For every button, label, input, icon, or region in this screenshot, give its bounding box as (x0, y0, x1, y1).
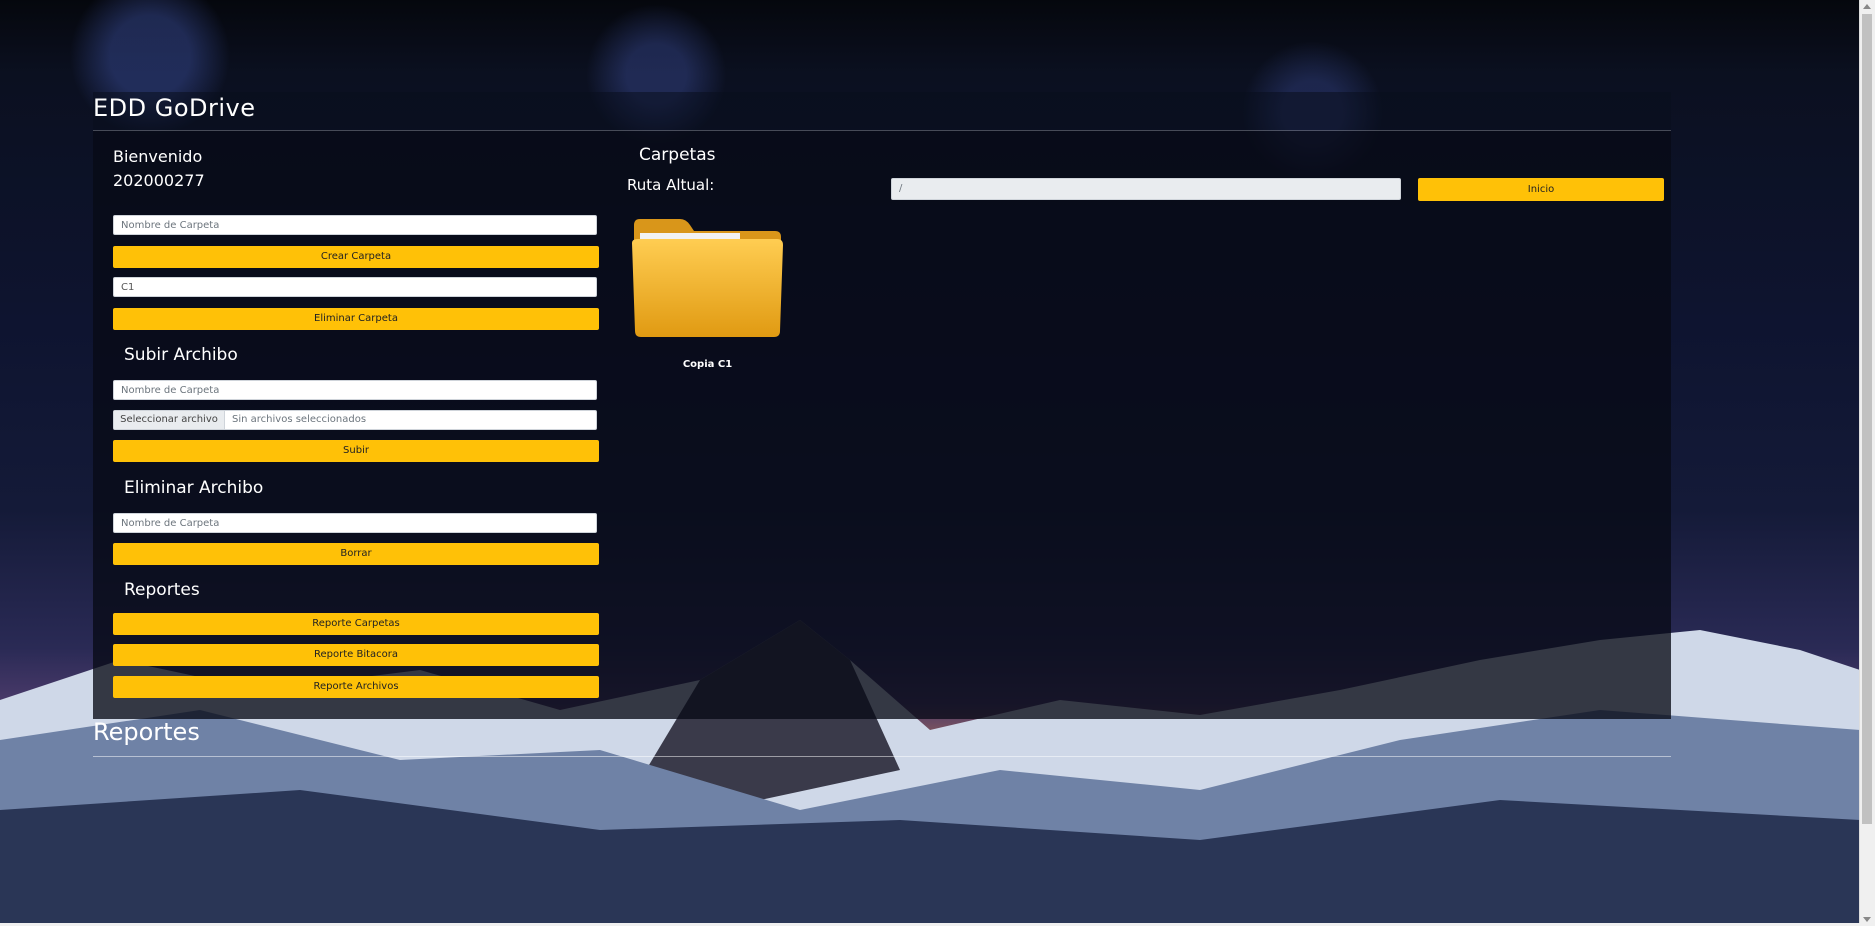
delete-file-name-input[interactable]: Nombre de Carpeta (113, 513, 597, 533)
create-folder-name-input[interactable]: Nombre de Carpeta (113, 215, 597, 235)
create-folder-button[interactable]: Crear Carpeta (113, 246, 599, 268)
scroll-thumb[interactable] (1862, 14, 1872, 824)
app-title: EDD GoDrive (93, 94, 256, 122)
report-files-button[interactable]: Reporte Archivos (113, 676, 599, 698)
main-panel: Bienvenido 202000277 Nombre de Carpeta C… (93, 131, 1671, 719)
current-path-input[interactable]: / (891, 178, 1401, 200)
vertical-scrollbar[interactable] (1859, 0, 1875, 926)
report-log-button[interactable]: Reporte Bitacora (113, 644, 599, 666)
upload-button[interactable]: Subir (113, 440, 599, 462)
welcome-block: Bienvenido 202000277 (113, 145, 205, 193)
upload-section-title: Subir Archibo (124, 345, 238, 365)
delete-folder-button[interactable]: Eliminar Carpeta (113, 308, 599, 330)
welcome-label: Bienvenido (113, 147, 203, 166)
folder-name: Copia C1 (682, 359, 733, 370)
home-button[interactable]: Inicio (1418, 178, 1664, 201)
app-header: EDD GoDrive (93, 92, 1671, 131)
report-folders-button[interactable]: Reporte Carpetas (113, 613, 599, 635)
reports-title: Reportes (93, 718, 200, 746)
delete-file-section-title: Eliminar Archibo (124, 478, 264, 498)
delete-folder-input[interactable]: C1 (113, 277, 597, 297)
folders-title: Carpetas (639, 145, 716, 165)
scroll-up-icon[interactable] (1863, 4, 1871, 9)
file-picker[interactable]: Seleccionar archivo Sin archivos selecci… (113, 410, 597, 430)
file-status: Sin archivos seleccionados (232, 414, 367, 425)
reports-section-title: Reportes (124, 580, 200, 600)
reports-header: Reportes (93, 718, 1671, 757)
select-file-button[interactable]: Seleccionar archivo (114, 411, 225, 429)
folder-item[interactable] (630, 215, 785, 340)
current-path-label: Ruta Altual: (627, 176, 715, 194)
scroll-down-icon[interactable] (1863, 917, 1871, 922)
upload-folder-name-input[interactable]: Nombre de Carpeta (113, 380, 597, 400)
delete-file-button[interactable]: Borrar (113, 543, 599, 565)
folder-icon (632, 219, 783, 337)
user-id: 202000277 (113, 171, 205, 190)
